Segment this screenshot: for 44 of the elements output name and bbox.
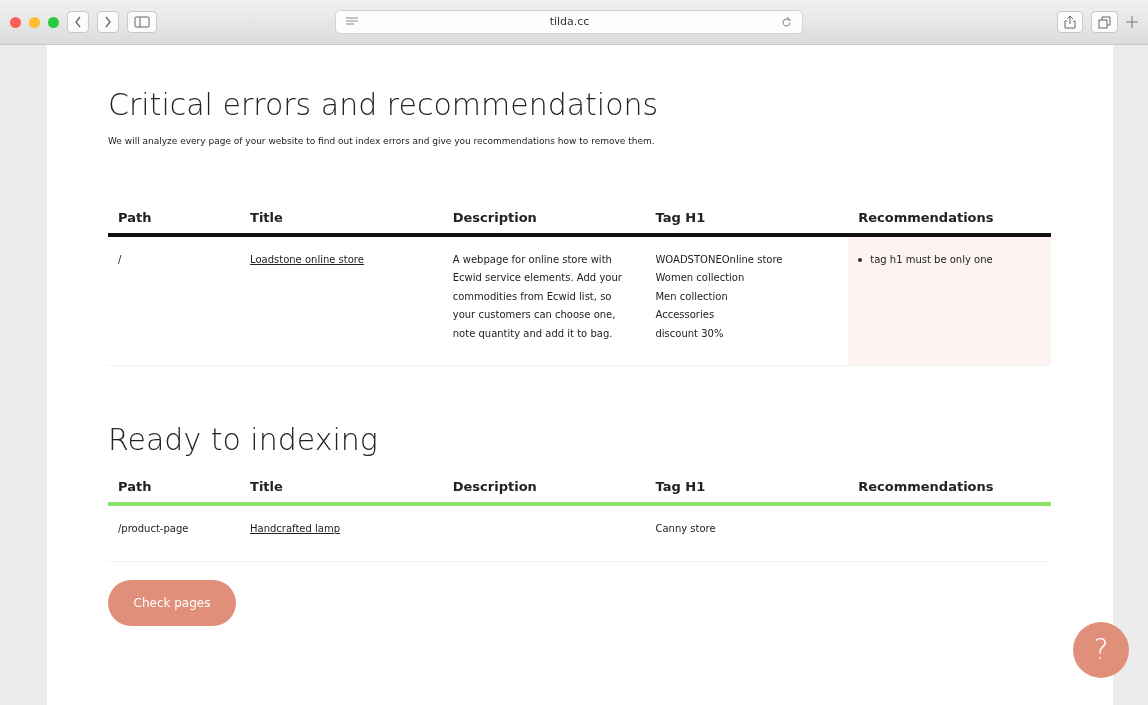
share-icon [1064,15,1076,29]
table-cell: A webpage for online store with Ecwid service elements. Add your commodities from Ecwid list, so your customers can choose one, note quantity and add it to bag. [442,234,646,366]
reader-icon[interactable] [346,17,358,27]
back-button[interactable] [67,11,89,33]
section-description: We will analyze every page of your website to find out index errors and give you recommendations how to remove them. [108,135,656,148]
column-header: Recommendations [848,202,1051,235]
reload-icon[interactable] [781,16,792,28]
tag-text: Women collection [655,271,746,285]
column-header: Path [108,202,240,235]
tag-text: Canny store [655,522,717,536]
close-icon[interactable] [10,16,21,28]
forward-button[interactable] [97,11,119,33]
column-header: Path [108,472,240,504]
new-tab-icon[interactable] [1126,16,1138,28]
column-header: Tag H1 [645,472,849,504]
column-header: Description [442,202,646,235]
tag-text: discount 30% [655,326,725,341]
address-bar[interactable]: tilda.cc [335,10,803,34]
table-cell: / [108,234,240,366]
column-header: Title [240,472,443,504]
zoom-icon[interactable] [48,16,59,28]
column-header: Title [240,202,443,235]
column-header: Description [442,472,646,504]
back-icon [74,16,82,28]
sidebar-button[interactable] [127,11,157,33]
page-title-link[interactable]: Handcrafted lamp [250,523,341,534]
share-button[interactable] [1057,11,1083,33]
section-heading: Critical errors and recommendations [108,87,660,123]
forward-icon [104,16,112,28]
page-title-link[interactable]: Loadstone online store [250,253,364,265]
table-cell: /product-page [108,504,240,561]
minimize-icon[interactable] [29,16,40,28]
section-heading: Ready to indexing [108,422,379,458]
tag-text: Men collection [655,289,729,304]
tabs-button[interactable] [1091,11,1118,33]
bullet-icon [858,257,863,262]
url-text: tilda.cc [549,13,590,30]
tabs-icon [1098,15,1111,29]
tag-text: Accessories [655,308,716,322]
tag-text: WOADSTONEOnline store [655,252,784,267]
sidebar-icon [134,16,150,28]
column-header: Tag H1 [645,202,849,235]
column-header: Recommendations [848,472,1051,504]
recommendation-text: tag h1 must be only one [870,252,993,267]
